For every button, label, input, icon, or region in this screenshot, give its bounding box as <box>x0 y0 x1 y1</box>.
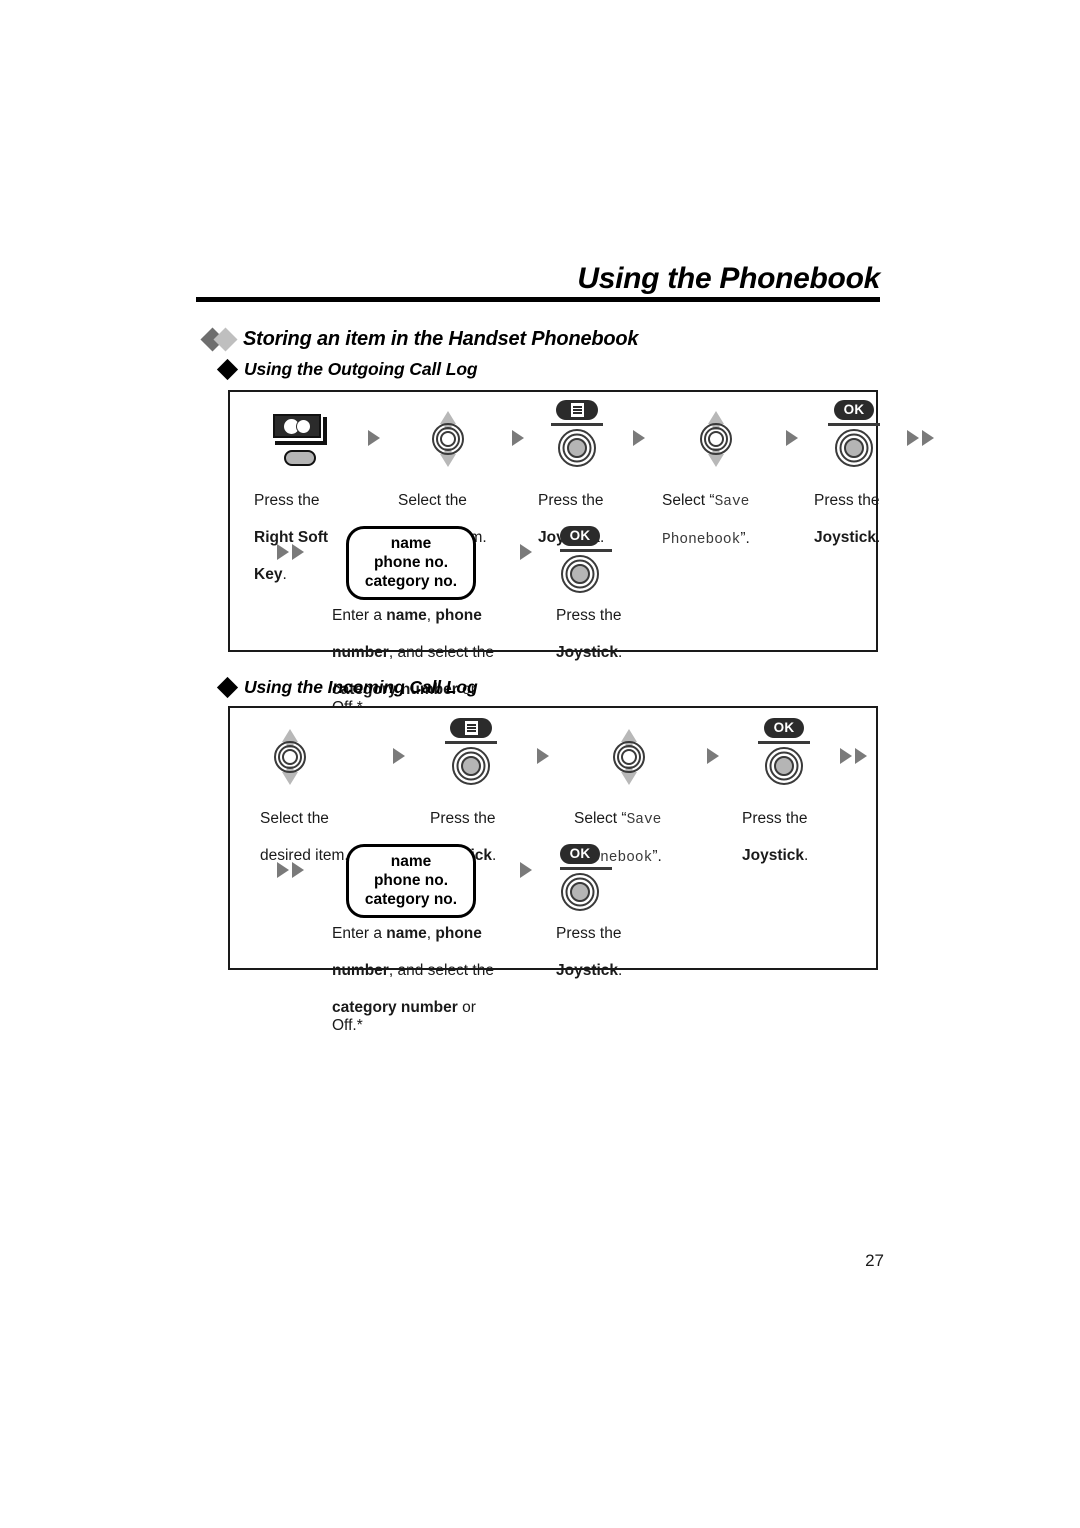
step-press-joystick-ok: OK Press the Joystick. <box>742 718 826 865</box>
step-caption: Enter a name, phone number, and select t… <box>332 924 494 1035</box>
joystick-ok-press-icon: OK <box>556 844 642 911</box>
joystick-navigate-icon <box>662 408 770 468</box>
display-line: name <box>390 853 432 870</box>
ok-key-icon: OK <box>764 718 807 739</box>
arrow-separator-double <box>254 526 326 580</box>
section-heading: Storing an item in the Handset Phonebook <box>200 327 639 352</box>
display-line: phone no. <box>373 554 449 571</box>
menu-key-icon <box>556 400 601 421</box>
display-box: name phone no. category no. <box>326 844 496 918</box>
step-caption: Select “Save Phonebook”. <box>662 491 750 548</box>
display-box: name phone no. category no. <box>326 526 496 600</box>
display-line: name <box>390 535 432 552</box>
display-line: phone no. <box>373 872 449 889</box>
joystick-ok-press-icon: OK <box>814 400 894 468</box>
section-heading-label: Storing an item in the Handset Phonebook <box>243 328 639 350</box>
arrow-separator <box>368 726 430 786</box>
diamond-icon <box>216 676 239 699</box>
right-soft-key-icon <box>254 408 350 468</box>
joystick-navigate-icon <box>398 408 498 468</box>
subsection-heading-label: Using the Outgoing Call Log <box>244 359 478 379</box>
document-page: Using the Phonebook Storing an item in t… <box>0 0 1080 1528</box>
joystick-navigate-icon <box>574 726 684 786</box>
subsection-heading-incoming: Using the Incoming Call Log <box>216 676 478 699</box>
step-press-joystick-ok: OK Press the Joystick. <box>556 526 642 662</box>
step-caption: Press the Joystick. <box>556 606 623 661</box>
arrow-separator-double <box>826 726 880 786</box>
step-caption: Enter a name, phone number, and select t… <box>332 606 494 717</box>
step-press-joystick-ok: OK Press the Joystick. <box>556 844 642 980</box>
page-number: 27 <box>865 1251 884 1270</box>
menu-key-icon <box>450 718 495 739</box>
arrow-separator <box>684 726 742 786</box>
subsection-heading-label: Using the Incoming Call Log <box>244 677 478 697</box>
ok-key-icon: OK <box>834 400 877 421</box>
joystick-menu-press-icon <box>538 400 616 468</box>
step-press-joystick-ok: OK Press the Joystick. <box>814 400 894 547</box>
step-caption: Press the Joystick. <box>814 491 881 546</box>
joystick-menu-press-icon <box>430 718 512 786</box>
arrow-separator <box>770 408 814 468</box>
flow-row-2: name phone no. category no. Enter a name… <box>254 844 642 1036</box>
arrow-separator-double <box>894 408 946 468</box>
ok-key-icon: OK <box>560 844 603 865</box>
step-caption: Press the Joystick. <box>556 924 623 979</box>
arrow-separator <box>350 408 398 468</box>
ok-key-icon: OK <box>560 526 603 547</box>
arrow-separator <box>498 408 538 468</box>
arrow-separator <box>496 844 556 898</box>
diamond-icon <box>216 358 239 381</box>
arrow-separator <box>512 726 574 786</box>
page-title: Using the Phonebook <box>577 262 880 295</box>
subsection-heading-outgoing: Using the Outgoing Call Log <box>216 358 478 381</box>
arrow-separator <box>616 408 662 468</box>
joystick-navigate-icon <box>260 726 368 786</box>
flow-diagram-outgoing: Press the Right Soft Key. Select the Pre… <box>228 390 934 716</box>
arrow-separator-double <box>254 844 326 898</box>
title-rule <box>196 297 880 302</box>
step-enter-name-phone-category: name phone no. category no. Enter a name… <box>326 844 496 1036</box>
arrow-separator <box>496 526 556 580</box>
double-diamond-icon <box>200 327 238 352</box>
joystick-ok-press-icon: OK <box>556 526 642 593</box>
flow-diagram-incoming: Select the desired item. Press the . Sel… <box>228 706 880 1034</box>
step-select-save-phonebook: Select “Save Phonebook”. <box>662 408 770 549</box>
step-caption: Press the Joystick. <box>742 809 809 864</box>
joystick-ok-press-icon: OK <box>742 718 826 786</box>
